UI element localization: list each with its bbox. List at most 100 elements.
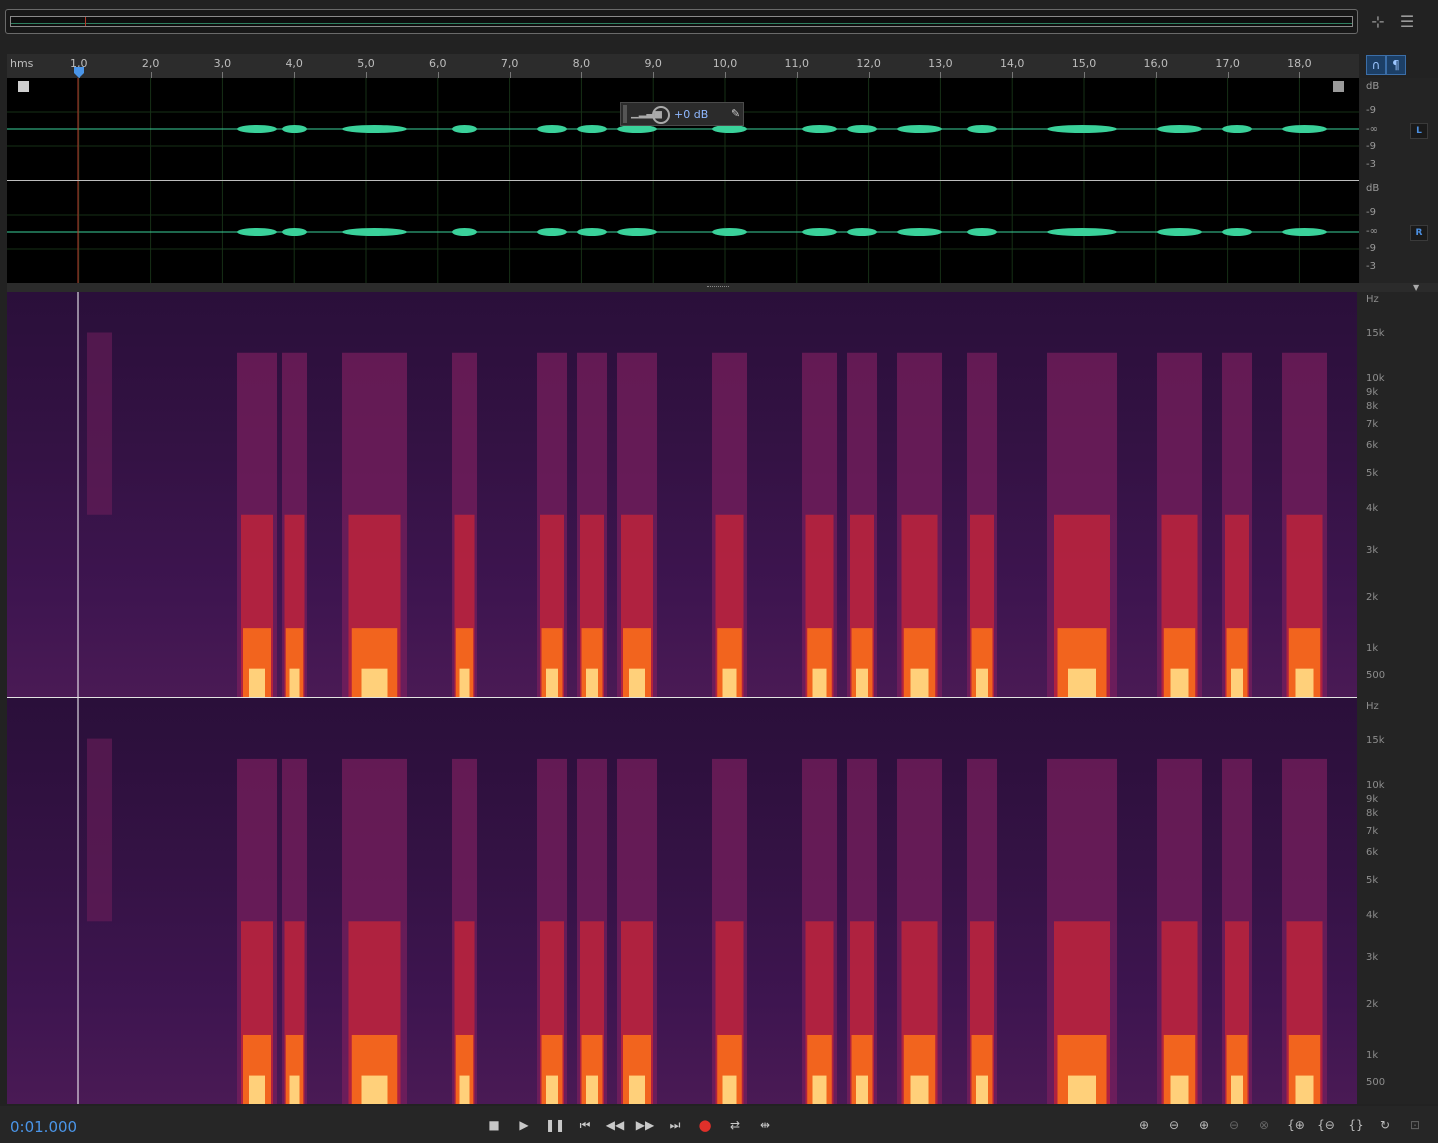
zoom-out-amplitude-icon[interactable]: ⊖ (1163, 1116, 1185, 1134)
db-unit-left: dB (1366, 81, 1380, 92)
pin-hud-icon[interactable]: ✎ (731, 107, 740, 120)
hz-tick-label: 7k (1366, 826, 1379, 837)
db-label: -3 (1366, 261, 1376, 272)
waveform-left-svg (7, 78, 1359, 180)
zoom-in-time-icon[interactable]: ⊕ (1193, 1116, 1215, 1134)
hz-tick-label: 2k (1366, 592, 1379, 603)
play-icon[interactable]: ▶ (514, 1116, 534, 1134)
splitter-grip-icon[interactable] (707, 286, 729, 289)
hud-grip-icon[interactable] (623, 105, 627, 123)
spectrogram-left[interactable] (7, 292, 1357, 697)
db-scale: dB -9 -∞ -9 -3 dB -9 -∞ -9 -3 (1360, 78, 1438, 283)
hz-tick-label: 9k (1366, 387, 1379, 398)
rewind-icon[interactable]: ◀◀ (605, 1116, 625, 1134)
spectrogram-right-svg (77, 698, 1327, 1104)
view-splitter[interactable]: ▼ (7, 283, 1438, 292)
overview-playhead (85, 17, 86, 26)
hz-tick-label: 10k (1366, 373, 1385, 384)
hz-tick-label: 8k (1366, 808, 1379, 819)
hz-tick-label: 5k (1366, 468, 1379, 479)
hz-tick-label: 1k (1366, 643, 1379, 654)
go-to-start-icon[interactable]: ⏮ (575, 1116, 595, 1134)
hz-unit-label: Hz (1366, 701, 1379, 712)
hz-tick-label: 5k (1366, 875, 1379, 886)
hz-tick-label: 4k (1366, 503, 1379, 514)
ruler-tick-label: 7,0 (500, 57, 519, 70)
fast-forward-icon[interactable]: ▶▶ (635, 1116, 655, 1134)
volume-knob[interactable] (652, 106, 670, 124)
overview-scrollbar[interactable] (5, 9, 1358, 34)
spectrogram-left-svg (77, 292, 1327, 697)
db-label: -9 (1366, 243, 1376, 254)
hz-tick-label: 3k (1366, 952, 1379, 963)
hz-tick-label: 10k (1366, 780, 1385, 791)
overview-track[interactable] (10, 16, 1353, 27)
snap-toggle-button[interactable]: ∩ (1366, 55, 1386, 75)
hz-unit-label: Hz (1366, 294, 1379, 305)
ruler-unit-label: hms (10, 57, 34, 70)
ruler-tick-label: 14,0 (999, 57, 1025, 70)
hz-tick-label: 500 (1366, 670, 1386, 681)
ruler-tick-label: 15,0 (1071, 57, 1097, 70)
zoom-out-selection-icon[interactable]: {⊖ (1315, 1116, 1337, 1134)
db-unit-right: dB (1366, 183, 1380, 194)
db-label: -9 (1366, 141, 1376, 152)
fade-out-handle-icon[interactable] (1333, 81, 1344, 92)
panel-menu-icon[interactable]: ☰ (1397, 12, 1417, 32)
ruler-tick-label: 18,0 (1287, 57, 1312, 70)
ruler-tick-label: 2,0 (141, 57, 160, 70)
hz-tick-label: 7k (1366, 419, 1379, 430)
frequency-scale (1357, 292, 1438, 1104)
zoom-reset-icon[interactable]: ↻ (1374, 1116, 1396, 1134)
db-label: -3 (1366, 159, 1376, 170)
hz-tick-label: 6k (1366, 847, 1379, 858)
collapse-arrow-icon[interactable]: ▼ (1413, 283, 1419, 292)
overview-waveform (11, 23, 1352, 24)
ruler-tick-label: 16,0 (1143, 57, 1169, 70)
channel-toggle-left[interactable]: L (1410, 123, 1428, 139)
stop-icon[interactable]: ■ (484, 1116, 504, 1134)
pause-icon[interactable]: ❚❚ (545, 1116, 565, 1134)
zoom-in-selection-icon[interactable]: {⊕ (1285, 1116, 1307, 1134)
hz-tick-label: 500 (1366, 1077, 1386, 1088)
ruler-tick-label: 12,0 (856, 57, 881, 70)
zoom-out-time-icon[interactable]: ⊖ (1223, 1116, 1245, 1134)
zoom-full-icon[interactable]: ⊗ (1253, 1116, 1275, 1134)
time-ruler[interactable]: hms 1,0 2,0 3,0 4,0 5,0 6,0 7,0 8,0 9,0 10,0 11,0 1… (7, 54, 1359, 78)
volume-value[interactable]: +0 dB (674, 108, 708, 121)
waveform-channel-right[interactable] (7, 181, 1359, 283)
db-label: -9 (1366, 105, 1376, 116)
ruler-tick-label: 11,0 (784, 57, 810, 70)
hz-tick-label: 8k (1366, 401, 1379, 412)
hz-tick-label: 3k (1366, 545, 1379, 556)
fade-in-handle-icon[interactable] (18, 81, 29, 92)
channel-toggle-right[interactable]: R (1410, 225, 1428, 241)
ruler-tick-label: 17,0 (1215, 57, 1240, 70)
hz-tick-label: 2k (1366, 999, 1379, 1010)
hud-volume-control[interactable]: ▁▂▃▅ +0 dB ✎ (620, 102, 744, 126)
go-to-end-icon[interactable]: ⏭ (665, 1116, 685, 1134)
ruler-tick-label: 9,0 (644, 57, 662, 70)
ruler-tick-label: 8,0 (572, 57, 591, 70)
ruler-tick-label: 13,0 (928, 57, 953, 70)
db-label: -9 (1366, 207, 1376, 218)
record-icon[interactable]: ● (695, 1116, 715, 1134)
loop-icon[interactable]: ⇄ (725, 1116, 745, 1134)
waveform-channel-left[interactable] (7, 78, 1359, 180)
ruler-tick-label: 4,0 (285, 57, 303, 70)
zoom-selection-icon[interactable]: {} (1345, 1116, 1367, 1134)
ruler-tick-label: 6,0 (429, 57, 447, 70)
zoom-in-amplitude-icon[interactable]: ⊕ (1133, 1116, 1155, 1134)
skip-selection-icon[interactable]: ⇹ (755, 1116, 775, 1134)
hz-tick-label: 4k (1366, 910, 1379, 921)
zoom-navigator-icon[interactable]: ⊹ (1368, 12, 1388, 32)
hz-tick-label: 6k (1366, 440, 1379, 451)
playhead-marker-icon[interactable] (73, 64, 85, 78)
timecode-display[interactable]: 0:01.000 (10, 1118, 77, 1136)
ruler-tick-label: 10,0 (712, 57, 738, 70)
zoom-fit-icon[interactable]: ⊡ (1404, 1116, 1426, 1134)
db-label: -∞ (1366, 226, 1378, 237)
pin-marker-button[interactable]: ¶ (1386, 55, 1406, 75)
spectrogram-right[interactable] (7, 698, 1357, 1104)
hz-tick-label: 15k (1366, 328, 1385, 339)
